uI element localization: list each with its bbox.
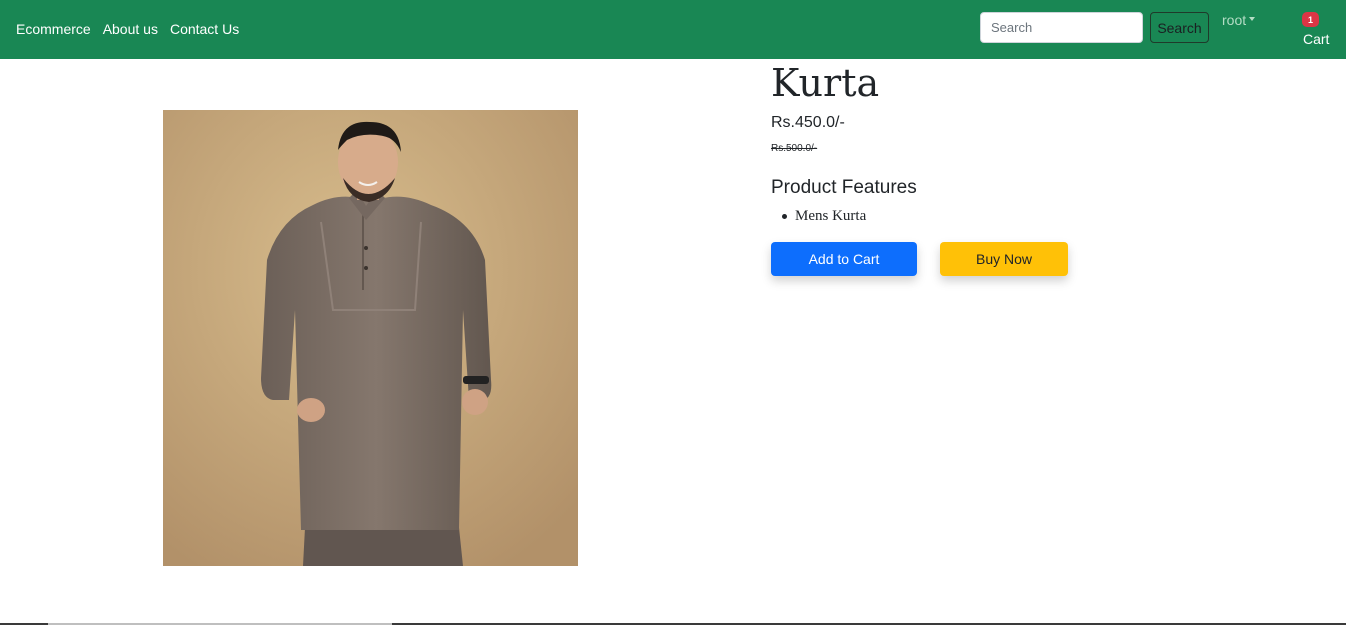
buy-now-button[interactable]: Buy Now xyxy=(940,242,1068,276)
cart-label: Cart xyxy=(1303,31,1330,47)
feature-item: Mens Kurta xyxy=(782,208,866,225)
bullet-icon xyxy=(782,214,787,219)
cart-count-badge: 1 xyxy=(1302,12,1319,27)
user-dropdown[interactable]: root xyxy=(1222,12,1256,28)
product-title: Kurta xyxy=(771,61,880,105)
search-button[interactable]: Search xyxy=(1150,12,1209,43)
user-name: root xyxy=(1222,12,1247,28)
product-photo-kurta xyxy=(163,110,578,566)
navbar: Ecommerce About us Contact Us Search roo… xyxy=(0,0,1346,59)
product-image xyxy=(163,110,578,566)
cart-link[interactable]: 1 Cart xyxy=(1298,12,1332,48)
product-original-price: Rs.500.0/- xyxy=(771,143,818,154)
caret-down-icon xyxy=(1249,16,1256,21)
features-heading: Product Features xyxy=(771,177,917,198)
nav-brand-ecommerce[interactable]: Ecommerce xyxy=(16,21,91,37)
features-list: Mens Kurta xyxy=(782,208,866,225)
nav-links: Ecommerce About us Contact Us xyxy=(16,0,239,57)
nav-link-contact-us[interactable]: Contact Us xyxy=(170,21,239,37)
nav-link-about-us[interactable]: About us xyxy=(103,21,158,37)
product-price: Rs.450.0/- xyxy=(771,114,845,131)
feature-text: Mens Kurta xyxy=(795,208,867,224)
add-to-cart-button[interactable]: Add to Cart xyxy=(771,242,917,276)
search-input[interactable] xyxy=(980,12,1143,43)
